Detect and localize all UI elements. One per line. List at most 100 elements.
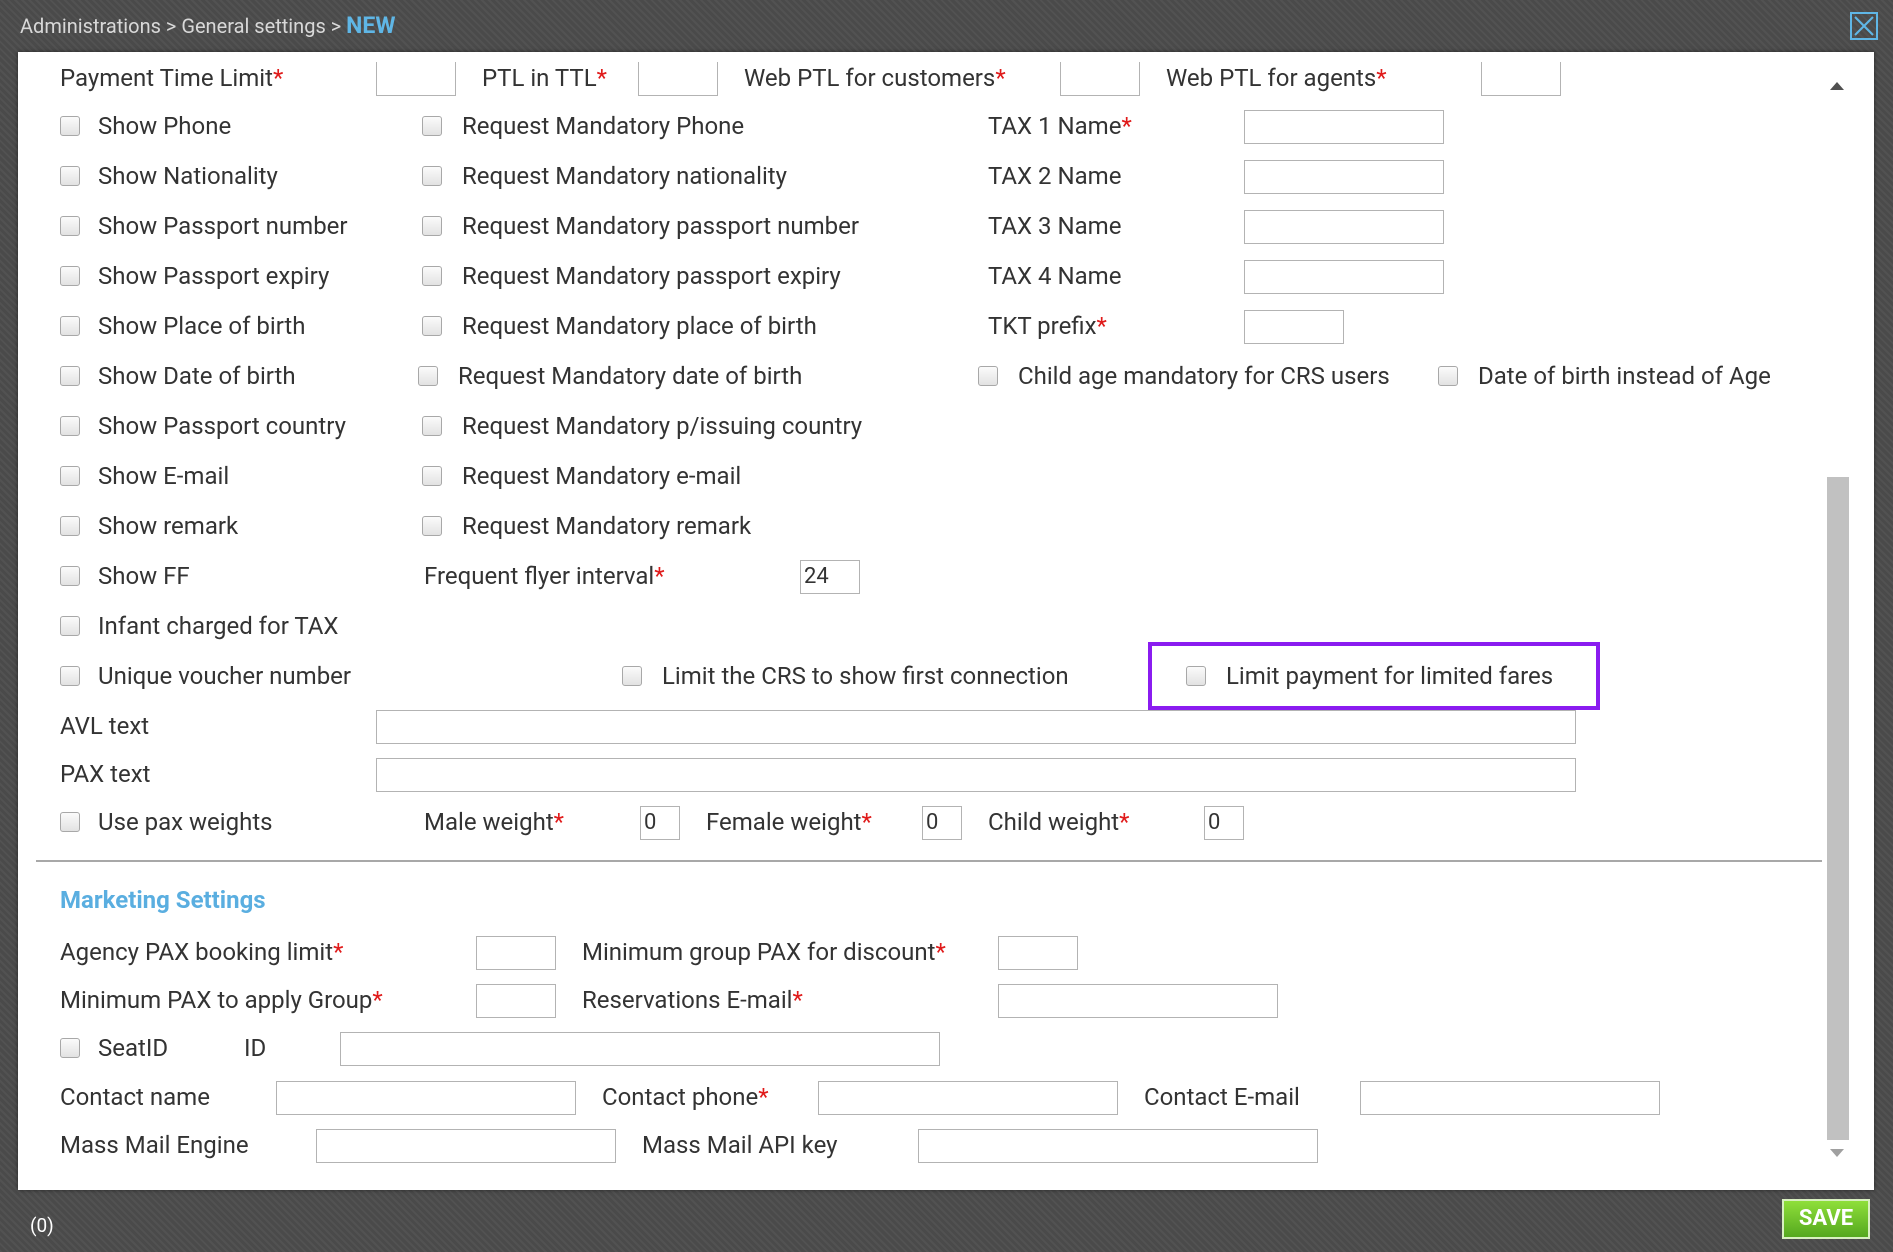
web-ptl-customers-label: Web PTL for customers* [744,64,1006,92]
show-place-of-birth-checkbox[interactable] [60,316,80,336]
reservations-email-input[interactable] [998,984,1278,1018]
dob-instead-age-checkbox[interactable] [1438,366,1458,386]
payment-time-limit-label: Payment Time Limit* [60,64,284,92]
show-date-of-birth-checkbox[interactable] [60,366,80,386]
arrow-up-icon[interactable] [1830,82,1844,90]
reservations-email-label: Reservations E-mail* [582,986,803,1014]
show-passport-number-label: Show Passport number [98,212,348,240]
show-passport-country-label: Show Passport country [98,412,346,440]
id-input[interactable] [340,1032,940,1066]
infant-charged-checkbox[interactable] [60,616,80,636]
contact-phone-input[interactable] [818,1081,1118,1115]
avl-text-label: AVL text [60,712,150,740]
web-ptl-agents-input[interactable] [1481,62,1561,96]
req-email-label: Request Mandatory e-mail [462,462,742,490]
show-passport-number-checkbox[interactable] [60,216,80,236]
pax-text-input[interactable] [376,758,1576,792]
mass-mail-api-key-input[interactable] [918,1129,1318,1163]
infant-charged-label: Infant charged for TAX [98,612,339,640]
req-nationality-label: Request Mandatory nationality [462,162,787,190]
tkt-prefix-label: TKT prefix* [988,312,1107,340]
req-date-of-birth-label: Request Mandatory date of birth [458,362,803,390]
req-passport-number-checkbox[interactable] [422,216,442,236]
ff-interval-label: Frequent flyer interval* [424,562,665,590]
tax3-input[interactable] [1244,210,1444,244]
male-weight-label: Male weight* [424,808,565,836]
male-weight-input[interactable]: 0 [640,806,680,840]
mass-mail-api-key-label: Mass Mail API key [642,1131,838,1159]
limit-crs-checkbox[interactable] [622,666,642,686]
ff-interval-input[interactable]: 24 [800,560,860,594]
mass-mail-engine-input[interactable] [316,1129,616,1163]
req-issuing-country-label: Request Mandatory p/issuing country [462,412,863,440]
mass-mail-engine-label: Mass Mail Engine [60,1131,249,1159]
agency-pax-limit-input[interactable] [476,936,556,970]
req-remark-checkbox[interactable] [422,516,442,536]
contact-email-label: Contact E-mail [1144,1083,1300,1111]
web-ptl-agents-label: Web PTL for agents* [1166,64,1387,92]
req-place-of-birth-checkbox[interactable] [422,316,442,336]
req-issuing-country-checkbox[interactable] [422,416,442,436]
tkt-prefix-input[interactable] [1244,310,1344,344]
avl-text-input[interactable] [376,710,1576,744]
use-pax-weights-checkbox[interactable] [60,812,80,832]
min-group-pax-input[interactable] [998,936,1078,970]
arrow-down-icon[interactable] [1830,1149,1844,1157]
tax4-label: TAX 4 Name [988,262,1122,290]
min-pax-group-input[interactable] [476,984,556,1018]
payment-time-limit-input[interactable] [376,62,456,96]
show-nationality-label: Show Nationality [98,162,278,190]
pax-text-label: PAX text [60,760,151,788]
show-remark-checkbox[interactable] [60,516,80,536]
female-weight-input[interactable]: 0 [922,806,962,840]
show-ff-checkbox[interactable] [60,566,80,586]
req-phone-checkbox[interactable] [422,116,442,136]
limit-crs-label: Limit the CRS to show first connection [662,662,1069,690]
status-counter: (0) [30,1214,54,1237]
use-pax-weights-label: Use pax weights [98,808,273,836]
child-age-checkbox[interactable] [978,366,998,386]
child-weight-input[interactable]: 0 [1204,806,1244,840]
scrollbar-thumb[interactable] [1827,477,1849,1140]
tax4-input[interactable] [1244,260,1444,294]
req-email-checkbox[interactable] [422,466,442,486]
contact-phone-label: Contact phone* [602,1083,769,1111]
req-nationality-checkbox[interactable] [422,166,442,186]
tax1-label: TAX 1 Name* [988,112,1132,140]
id-label: ID [244,1034,267,1062]
seat-id-checkbox[interactable] [60,1038,80,1058]
close-button[interactable] [1850,12,1878,40]
show-nationality-checkbox[interactable] [60,166,80,186]
req-passport-expiry-checkbox[interactable] [422,266,442,286]
req-place-of-birth-label: Request Mandatory place of birth [462,312,817,340]
unique-voucher-checkbox[interactable] [60,666,80,686]
close-icon [1854,16,1874,36]
tax1-input[interactable] [1244,110,1444,144]
show-passport-country-checkbox[interactable] [60,416,80,436]
breadcrumb-path: Administrations > General settings > [20,14,347,38]
min-group-pax-label: Minimum group PAX for discount* [582,938,946,966]
female-weight-label: Female weight* [706,808,872,836]
contact-name-label: Contact name [60,1083,210,1111]
child-weight-label: Child weight* [988,808,1130,836]
contact-name-input[interactable] [276,1081,576,1115]
contact-email-input[interactable] [1360,1081,1660,1115]
show-email-checkbox[interactable] [60,466,80,486]
save-button[interactable]: SAVE [1782,1199,1870,1239]
seat-id-label: SeatID [98,1034,169,1062]
show-email-label: Show E-mail [98,462,230,490]
show-passport-expiry-checkbox[interactable] [60,266,80,286]
show-place-of-birth-label: Show Place of birth [98,312,306,340]
settings-panel: Payment Time Limit* PTL in TTL* Web PTL … [18,52,1874,1190]
breadcrumb: Administrations > General settings > NEW [20,12,395,39]
agency-pax-limit-label: Agency PAX booking limit* [60,938,344,966]
highlight-box [1148,642,1600,710]
req-remark-label: Request Mandatory remark [462,512,752,540]
tax2-input[interactable] [1244,160,1444,194]
web-ptl-customers-input[interactable] [1060,62,1140,96]
show-phone-checkbox[interactable] [60,116,80,136]
ptl-in-ttl-input[interactable] [638,62,718,96]
tax3-label: TAX 3 Name [988,212,1122,240]
min-pax-group-label: Minimum PAX to apply Group* [60,986,383,1014]
req-date-of-birth-checkbox[interactable] [418,366,438,386]
